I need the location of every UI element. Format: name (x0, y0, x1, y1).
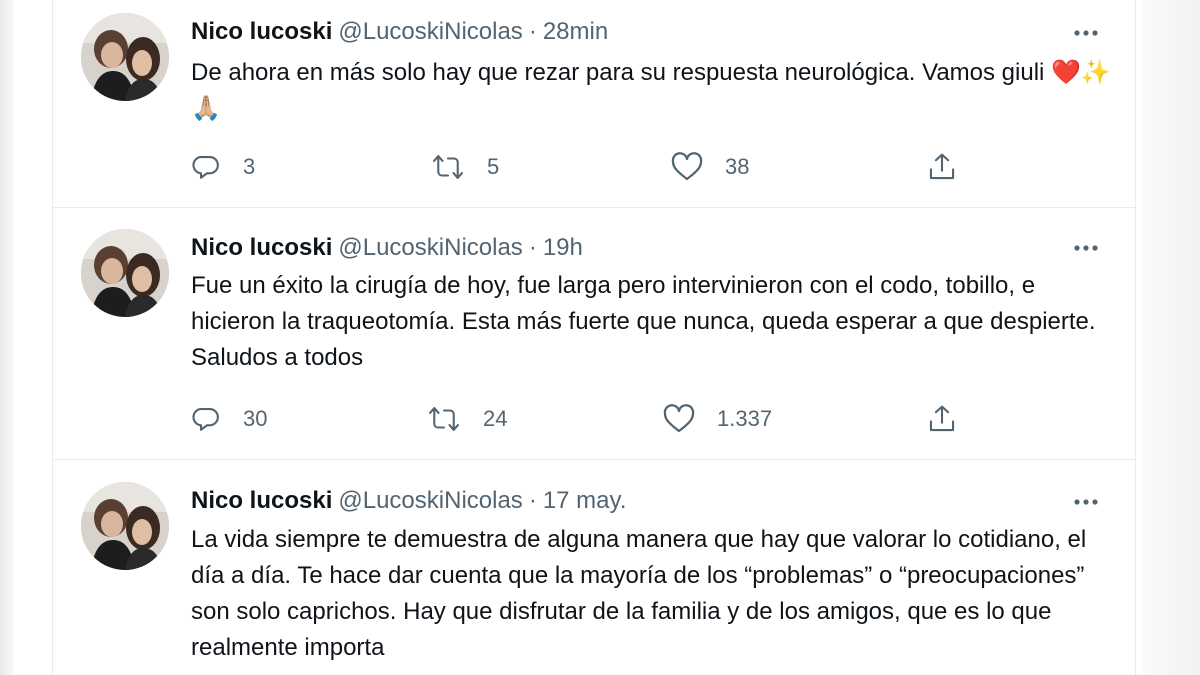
retweet-button[interactable]: 5 (431, 147, 499, 187)
tweet-header: Nico lucoski @LucoskiNicolas · 28min (191, 15, 1115, 49)
like-button[interactable]: 1.337 (663, 399, 772, 439)
tweet-timeline: Nico lucoski @LucoskiNicolas · 28min De aho… (52, 0, 1136, 675)
separator: · (528, 487, 537, 514)
left-background (0, 0, 14, 675)
share-button[interactable] (927, 399, 957, 439)
reply-button[interactable]: 3 (191, 147, 255, 187)
reply-icon (192, 407, 219, 431)
right-background (1142, 0, 1200, 675)
tweet-text: Fue un éxito la cirugía de hoy, fue larg… (191, 272, 1096, 371)
reply-count: 30 (243, 406, 268, 431)
retweet-button[interactable]: 24 (427, 399, 507, 439)
more-icon[interactable] (1071, 233, 1101, 263)
avatar[interactable] (81, 482, 169, 570)
share-icon (929, 405, 955, 432)
tweet[interactable]: Nico lucoski @LucoskiNicolas · 19h Fue un é… (53, 208, 1135, 460)
reply-icon (192, 155, 219, 179)
author-handle[interactable]: @LucoskiNicolas (338, 18, 522, 45)
like-count: 1.337 (717, 406, 773, 431)
tweet-text: De ahora en más solo hay que rezar para … (191, 59, 1111, 122)
retweet-icon (429, 407, 459, 431)
separator: · (528, 234, 537, 261)
share-icon (929, 153, 955, 180)
tweet-header: Nico lucoski @LucoskiNicolas · 17 may. (191, 484, 1115, 518)
share-button[interactable] (927, 147, 957, 187)
tweet[interactable]: Nico lucoski @LucoskiNicolas · 28min De aho… (53, 0, 1135, 208)
retweet-icon (433, 155, 463, 179)
retweet-count: 5 (487, 154, 500, 179)
more-icon[interactable] (1071, 18, 1101, 48)
like-button[interactable]: 38 (671, 147, 749, 187)
heart-icon (663, 404, 695, 433)
more-icon[interactable] (1071, 487, 1101, 517)
tweet-timestamp[interactable]: 19h (543, 234, 583, 261)
author-handle[interactable]: @LucoskiNicolas (338, 234, 522, 261)
tweet[interactable]: Nico lucoski @LucoskiNicolas · 17 may. La v… (53, 460, 1135, 675)
tweet-header: Nico lucoski @LucoskiNicolas · 19h (191, 231, 1115, 265)
heart-icon (671, 152, 703, 181)
like-count: 38 (725, 154, 750, 179)
retweet-count: 24 (483, 406, 508, 431)
separator: · (528, 18, 537, 45)
tweet-text: La vida siempre te demuestra de alguna m… (191, 526, 1087, 661)
tweet-timestamp[interactable]: 28min (543, 18, 608, 45)
author-name[interactable]: Nico lucoski (191, 487, 332, 514)
tweet-actions: 30 24 1.337 (191, 399, 955, 439)
tweet-timestamp[interactable]: 17 may. (543, 487, 627, 514)
avatar[interactable] (81, 13, 169, 101)
author-handle[interactable]: @LucoskiNicolas (338, 487, 522, 514)
reply-count: 3 (243, 154, 256, 179)
reply-button[interactable]: 30 (191, 399, 267, 439)
author-name[interactable]: Nico lucoski (191, 18, 332, 45)
tweet-actions: 3 5 38 (191, 147, 955, 187)
avatar[interactable] (81, 229, 169, 317)
author-name[interactable]: Nico lucoski (191, 234, 332, 261)
